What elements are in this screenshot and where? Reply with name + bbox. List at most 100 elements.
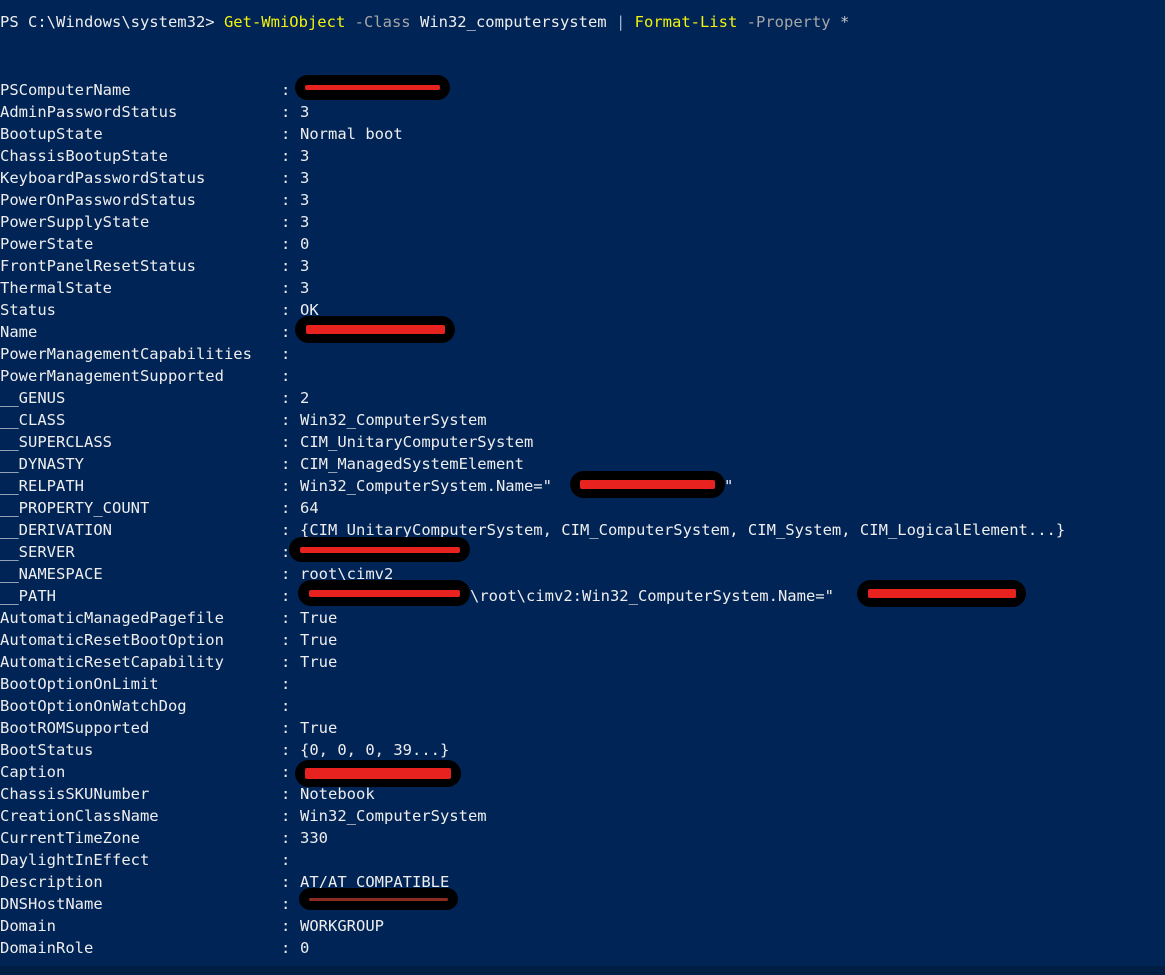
property-separator: : bbox=[281, 433, 291, 451]
property-value: 0 bbox=[300, 235, 310, 253]
property-separator: : bbox=[281, 719, 291, 737]
property-name: __PATH bbox=[0, 587, 56, 605]
property-separator: : bbox=[281, 653, 291, 671]
property-row: ChassisBootupState:3 bbox=[0, 145, 1165, 167]
property-name: PSComputerName bbox=[0, 81, 131, 99]
property-separator: : bbox=[281, 873, 291, 891]
property-value: {0, 0, 0, 39...} bbox=[300, 741, 450, 759]
property-row: CreationClassName: Win32_ComputerSystem bbox=[0, 805, 1165, 827]
property-name: ChassisBootupState bbox=[0, 147, 168, 165]
property-row: AutomaticResetCapability: True bbox=[0, 651, 1165, 673]
redaction-stripe bbox=[305, 325, 445, 334]
property-name: DNSHostName bbox=[0, 895, 103, 913]
property-name: FrontPanelResetStatus bbox=[0, 257, 196, 275]
property-row: BootupState: Normal boot bbox=[0, 123, 1165, 145]
property-name: PowerSupplyState bbox=[0, 213, 150, 231]
property-value: 2 bbox=[300, 389, 310, 407]
property-separator: : bbox=[281, 895, 291, 913]
property-name: __GENUS bbox=[0, 389, 66, 407]
powershell-console[interactable]: PS C:\Windows\system32> Get-WmiObject -C… bbox=[0, 0, 1165, 975]
property-name: BootupState bbox=[0, 125, 103, 143]
property-name: __PROPERTY_COUNT bbox=[0, 499, 150, 517]
property-value: 3 bbox=[300, 257, 310, 275]
property-name: BootROMSupported bbox=[0, 719, 150, 737]
property-separator: : bbox=[281, 191, 291, 209]
property-row: __DERIVATION: {CIM_UnitaryComputerSystem,… bbox=[0, 519, 1165, 541]
property-name: ThermalState bbox=[0, 279, 112, 297]
redaction-stripe bbox=[308, 589, 460, 597]
property-value: 3 bbox=[300, 147, 310, 165]
property-value: Win32_ComputerSystem bbox=[300, 807, 487, 825]
property-row: PSComputerName: bbox=[0, 79, 1165, 101]
property-row: __GENUS:2 bbox=[0, 387, 1165, 409]
property-name: PowerManagementCapabilities bbox=[0, 345, 252, 363]
property-row: __SERVER: bbox=[0, 541, 1165, 563]
property-value-mid: \root\cimv2:Win32_ComputerSystem.Name=" bbox=[470, 587, 834, 605]
redaction-stripe bbox=[305, 85, 440, 90]
property-row: DaylightInEffect: bbox=[0, 849, 1165, 871]
property-separator: : bbox=[281, 103, 291, 121]
property-value: 64 bbox=[300, 499, 319, 517]
property-row: Description: AT/AT COMPATIBLE bbox=[0, 871, 1165, 893]
property-name: Domain bbox=[0, 917, 56, 935]
property-value: 3 bbox=[300, 213, 310, 231]
property-separator: : bbox=[281, 235, 291, 253]
property-name: __RELPATH bbox=[0, 477, 84, 495]
console-bottom-gutter bbox=[0, 966, 1165, 975]
property-separator: : bbox=[281, 477, 291, 495]
property-value: 3 bbox=[300, 103, 310, 121]
property-separator: : bbox=[281, 345, 291, 363]
property-separator: : bbox=[281, 499, 291, 517]
property-separator: : bbox=[281, 763, 291, 781]
redaction-stripe bbox=[305, 768, 451, 779]
property-separator: : bbox=[281, 697, 291, 715]
command-get-wmiobject: Get-WmiObject bbox=[223, 13, 346, 31]
property-name: Description bbox=[0, 873, 103, 891]
property-name: AutomaticManagedPagefile bbox=[0, 609, 224, 627]
caption-bar bbox=[295, 760, 461, 787]
property-name: Caption bbox=[0, 763, 66, 781]
command-prompt-line: PS C:\Windows\system32> Get-WmiObject -C… bbox=[0, 11, 849, 33]
name-bar bbox=[295, 316, 455, 343]
param-property: -Property bbox=[746, 13, 831, 31]
property-row: ChassisSKUNumber: Notebook bbox=[0, 783, 1165, 805]
property-name: __SERVER bbox=[0, 543, 75, 561]
property-separator: : bbox=[281, 455, 291, 473]
property-row: PowerOnPasswordStatus:3 bbox=[0, 189, 1165, 211]
property-name: BootStatus bbox=[0, 741, 94, 759]
property-row: FrontPanelResetStatus:3 bbox=[0, 255, 1165, 277]
property-separator: : bbox=[281, 147, 291, 165]
property-row: PowerState:0 bbox=[0, 233, 1165, 255]
property-row: AutomaticResetBootOption: True bbox=[0, 629, 1165, 651]
property-separator: : bbox=[281, 279, 291, 297]
property-value-tail: " bbox=[724, 477, 734, 495]
format-list-output: PSComputerName: AdminPasswordStatus:3 Boot… bbox=[0, 79, 1165, 959]
property-separator: : bbox=[281, 609, 291, 627]
property-name: PowerState bbox=[0, 235, 94, 253]
property-name: __DERIVATION bbox=[0, 521, 112, 539]
property-value: True bbox=[300, 719, 338, 737]
property-name: PowerManagementSupported bbox=[0, 367, 224, 385]
property-name: BootOptionOnWatchDog bbox=[0, 697, 187, 715]
property-separator: : bbox=[281, 829, 291, 847]
param-class: -Class bbox=[354, 13, 411, 31]
property-value: Win32_ComputerSystem bbox=[300, 411, 487, 429]
property-row: PowerManagementCapabilities: bbox=[0, 343, 1165, 365]
property-name: DaylightInEffect bbox=[0, 851, 150, 869]
property-name: AdminPasswordStatus bbox=[0, 103, 178, 121]
redaction-stripe bbox=[867, 589, 1016, 598]
property-row: PowerSupplyState:3 bbox=[0, 211, 1165, 233]
property-row: DNSHostName: bbox=[0, 893, 1165, 915]
redaction-stripe bbox=[309, 897, 448, 901]
property-row: CurrentTimeZone:330 bbox=[0, 827, 1165, 849]
property-name: KeyboardPasswordStatus bbox=[0, 169, 206, 187]
dnshostname-bar bbox=[299, 888, 458, 910]
property-separator: : bbox=[281, 851, 291, 869]
property-row: __PROPERTY_COUNT:64 bbox=[0, 497, 1165, 519]
property-row: Name: bbox=[0, 321, 1165, 343]
property-row: PowerManagementSupported: bbox=[0, 365, 1165, 387]
